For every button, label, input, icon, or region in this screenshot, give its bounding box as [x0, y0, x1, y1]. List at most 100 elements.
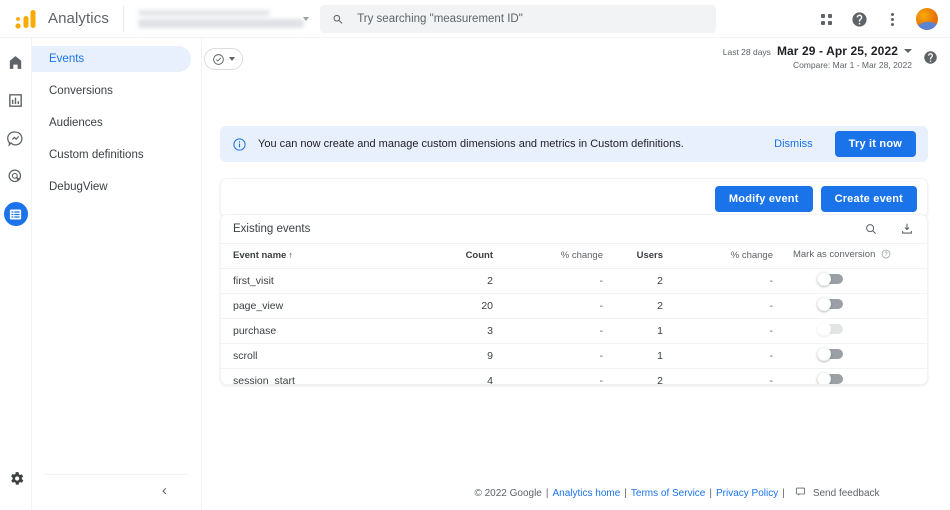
sort-asc-icon: ↑ [288, 250, 293, 261]
events-table-head: Event name ↑ Count % change Users % chang… [221, 244, 927, 269]
banner-message: You can now create and manage custom dim… [258, 138, 684, 150]
conversion-toggle[interactable] [817, 272, 843, 286]
event-actions-buttons: Modify event Create event [714, 186, 917, 212]
conversion-toggle[interactable] [817, 372, 843, 384]
cell-event-name: purchase [221, 318, 439, 344]
try-it-now-button[interactable]: Try it now [834, 131, 916, 157]
toggle-knob [817, 372, 831, 384]
send-feedback-icon[interactable] [795, 486, 806, 500]
check-circle-icon [213, 53, 224, 65]
sidebar-item-custom-definitions[interactable]: Custom definitions [32, 142, 191, 168]
rail-item-home[interactable] [4, 50, 28, 74]
column-event-name-label: Event name [233, 250, 287, 262]
rail-item-admin[interactable] [4, 466, 28, 490]
analytics-app: Analytics Try searching "measurement ID"… [0, 0, 950, 510]
cell-count: 9 [439, 343, 499, 369]
sidebar-item-conversions[interactable]: Conversions [32, 78, 191, 104]
column-users[interactable]: Users [609, 244, 669, 269]
help-icon-svg [851, 11, 867, 27]
brand-title: Analytics [48, 10, 109, 27]
search-input[interactable] [355, 12, 704, 26]
avatar[interactable] [916, 8, 938, 30]
apps-grid-icon[interactable] [817, 10, 835, 28]
cell-count-change: - [499, 293, 609, 319]
account-name-blurred [137, 9, 270, 16]
sidebar-item-label: Custom definitions [49, 149, 144, 161]
column-count-change[interactable]: % change [499, 244, 609, 269]
table-row[interactable]: scroll 9 - 1 - [221, 343, 927, 369]
feedback-icon-svg [795, 487, 805, 496]
sidebar-item-audiences[interactable]: Audiences [32, 110, 191, 136]
download-icon[interactable] [899, 221, 915, 237]
table-toolbar: Existing events [221, 215, 927, 244]
date-range-selector[interactable]: Last 28 days Mar 29 - Apr 25, 2022 Compa… [723, 44, 912, 70]
rail-item-advertising[interactable] [4, 164, 28, 188]
global-search[interactable] [320, 5, 716, 33]
dismiss-button[interactable]: Dismiss [774, 138, 813, 150]
top-bar-icons [817, 0, 938, 38]
download-icon-svg [902, 223, 912, 234]
table-search-icon[interactable] [863, 221, 879, 237]
conversion-toggle[interactable] [817, 297, 843, 311]
create-event-button[interactable]: Create event [820, 186, 917, 212]
comparison-chip[interactable] [204, 48, 243, 70]
table-row[interactable]: purchase 3 - 1 - [221, 318, 927, 344]
cell-count: 2 [439, 268, 499, 294]
cell-event-name: page_view [221, 293, 439, 319]
footer-separator: | [709, 487, 712, 499]
chevron-down-icon [302, 16, 309, 21]
events-table: Event name ↑ Count % change Users % chang… [221, 244, 927, 384]
footer-send-feedback-label[interactable]: Send feedback [813, 488, 880, 499]
date-range-preset: Last 28 days [722, 47, 771, 57]
footer-link-analytics-home[interactable]: Analytics home [552, 488, 620, 499]
footer-copyright: © 2022 Google [474, 487, 542, 499]
rail-item-explore[interactable] [4, 126, 28, 150]
cell-count-change: - [499, 343, 609, 369]
mark-as-conversion-help-icon[interactable] [881, 249, 891, 262]
rail-item-configure[interactable] [3, 202, 28, 226]
column-count[interactable]: Count [439, 244, 499, 269]
reports-icon [9, 93, 22, 107]
conversion-toggle[interactable] [817, 347, 843, 361]
cell-count-change: - [499, 368, 609, 384]
chevron-left-icon[interactable]: ‹ [162, 483, 189, 498]
cell-users-change: - [669, 268, 779, 294]
info-icon [233, 137, 246, 151]
cell-count: 3 [439, 318, 499, 344]
column-users-change[interactable]: % change [669, 244, 779, 269]
cell-event-name: scroll [221, 343, 439, 369]
table-toolbar-icons [863, 221, 915, 237]
sidebar-item-debugview[interactable]: DebugView [32, 174, 191, 200]
rail-item-reports[interactable] [4, 88, 28, 112]
events-table-body: first_visit 2 - 2 - page_view 20 - 2 - p… [221, 268, 927, 384]
cell-users: 1 [609, 318, 669, 344]
sidebar-item-label: Conversions [49, 85, 113, 97]
table-row[interactable]: session_start 4 - 2 - [221, 368, 927, 384]
table-row[interactable]: first_visit 2 - 2 - [221, 268, 927, 294]
footer-separator: | [782, 487, 785, 499]
conversion-toggle[interactable] [817, 322, 843, 336]
sidebar-collapse-row: ‹ [44, 474, 189, 498]
cell-mark-as-conversion [779, 318, 927, 344]
sidebar-item-label: DebugView [49, 181, 108, 193]
footer-link-terms[interactable]: Terms of Service [631, 488, 705, 499]
cell-users: 2 [609, 368, 669, 384]
help-icon[interactable] [850, 10, 868, 28]
cell-mark-as-conversion [779, 268, 927, 294]
explore-icon [7, 130, 23, 147]
column-event-name[interactable]: Event name ↑ [221, 244, 439, 269]
more-vert-icon[interactable] [883, 10, 901, 28]
table-row[interactable]: page_view 20 - 2 - [221, 293, 927, 319]
footer-link-privacy[interactable]: Privacy Policy [716, 488, 778, 499]
sidebar-item-events[interactable]: Events [32, 46, 191, 72]
page-help-icon[interactable] [923, 50, 938, 65]
chevron-down-icon [904, 49, 912, 53]
modify-event-button[interactable]: Modify event [714, 186, 813, 212]
cell-users-change: - [669, 318, 779, 344]
account-property-selector[interactable] [122, 5, 309, 32]
analytics-logo-icon[interactable] [14, 8, 44, 30]
toggle-knob [817, 322, 831, 336]
cell-event-name: first_visit [221, 268, 439, 294]
cell-users-change: - [669, 343, 779, 369]
cell-mark-as-conversion [779, 293, 927, 319]
